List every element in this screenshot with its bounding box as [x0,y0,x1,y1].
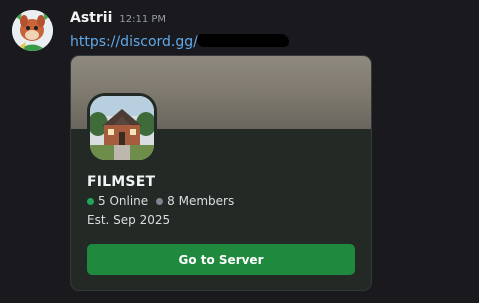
message-timestamp: 12:11 PM [119,14,167,25]
server-name: FILMSET [87,174,156,190]
chat-message: Astrii 12:11 PM https://discord.gg/ FILM… [0,0,479,303]
online-status-dot [87,197,94,205]
member-count: 8 Members [167,194,235,208]
invite-link[interactable]: https://discord.gg/ [70,34,198,50]
go-to-server-button[interactable]: Go to Server [87,244,355,275]
message-header: Astrii 12:11 PM [70,10,166,30]
server-established-date: Est. Sep 2025 [87,213,171,227]
members-status-dot [156,197,164,205]
user-avatar[interactable] [12,10,53,51]
online-count: 5 Online [98,194,149,208]
server-invite-card: FILMSET 5 Online 8 Members Est. Sep 2025… [70,55,372,291]
redaction-scribble [197,34,289,47]
message-content: https://discord.gg/ [70,31,289,53]
author-name[interactable]: Astrii [70,10,112,26]
server-icon[interactable] [87,93,157,163]
server-stats: 5 Online 8 Members [87,194,234,208]
